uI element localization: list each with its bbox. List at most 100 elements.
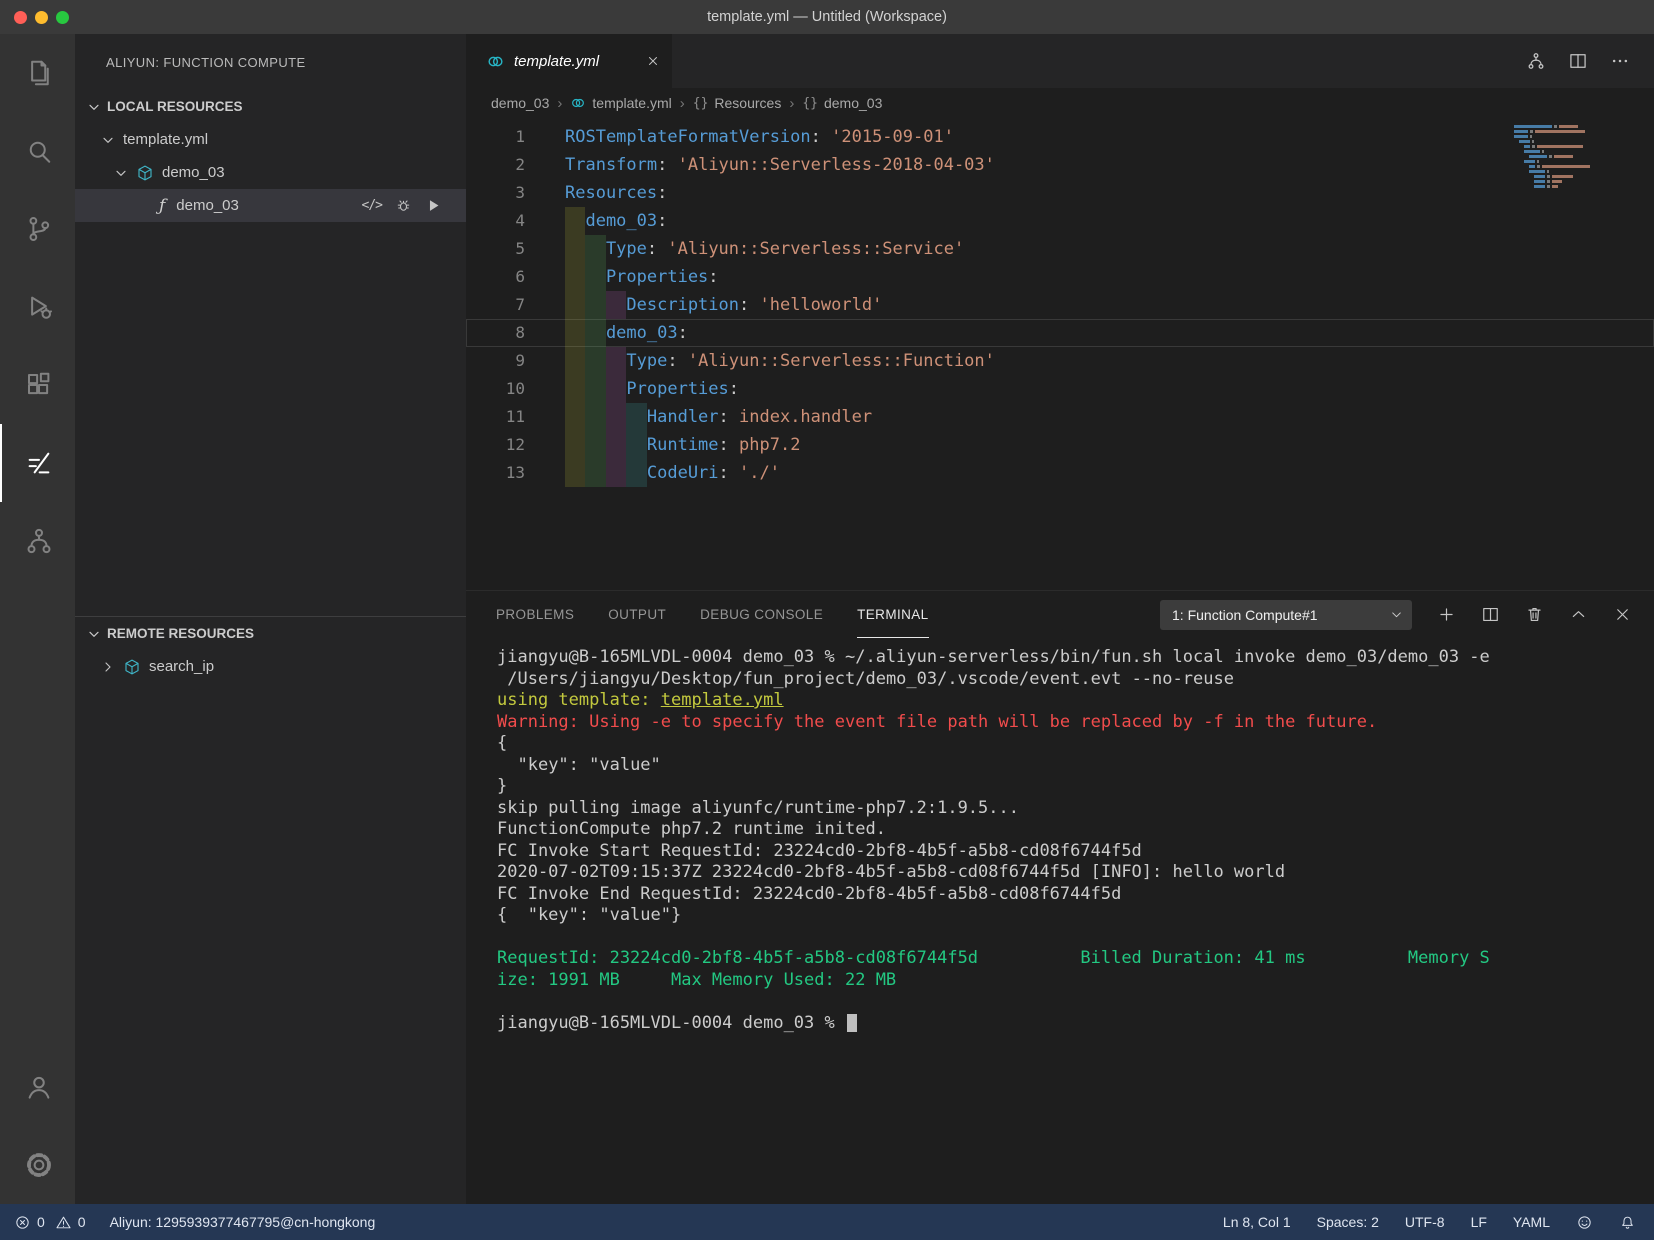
local-resources-header[interactable]: LOCAL RESOURCES xyxy=(75,90,466,123)
line-number: 8 xyxy=(515,323,525,342)
close-panel-icon[interactable] xyxy=(1613,605,1632,624)
code-editor[interactable]: 1 ROSTemplateFormatVersion: '2015-09-01' 2… xyxy=(466,118,1654,590)
breadcrumb-item[interactable]: demo_03 xyxy=(491,95,549,111)
indentation-status[interactable]: Spaces: 2 xyxy=(1317,1214,1379,1230)
run-debug-icon[interactable] xyxy=(0,268,75,346)
remote-resources-header[interactable]: REMOTE RESOURCES xyxy=(75,617,466,650)
aliyun-account-status[interactable]: Aliyun: 1295939377467795@cn-hongkong xyxy=(110,1214,376,1230)
warning-icon xyxy=(55,1214,72,1231)
code-line[interactable]: 1 ROSTemplateFormatVersion: '2015-09-01' xyxy=(466,123,1654,151)
cursor-position-status[interactable]: Ln 8, Col 1 xyxy=(1223,1214,1291,1230)
code-line[interactable]: 5 Type: 'Aliyun::Serverless::Service' xyxy=(466,235,1654,263)
code-line[interactable]: 3 Resources: xyxy=(466,179,1654,207)
terminal-line: { xyxy=(497,733,508,753)
code-line[interactable]: 8 demo_03: xyxy=(466,319,1654,347)
service-cube-icon xyxy=(136,164,154,182)
tab-template-yml[interactable]: template.yml xyxy=(466,34,672,88)
source-control-icon[interactable] xyxy=(0,190,75,268)
code-line[interactable]: 2 Transform: 'Aliyun::Serverless-2018-04-… xyxy=(466,151,1654,179)
tree-item-service-demo03[interactable]: demo_03 xyxy=(75,156,466,189)
line-number: 4 xyxy=(515,211,525,230)
tree-item-search-ip[interactable]: search_ip xyxy=(75,650,466,683)
settings-gear-icon[interactable] xyxy=(0,1126,75,1204)
error-count-group: 0 xyxy=(14,1214,45,1231)
code-line[interactable]: 6 Properties: xyxy=(466,263,1654,291)
service-cube-icon xyxy=(123,658,141,676)
breadcrumb-item[interactable]: {} demo_03 xyxy=(802,95,882,111)
error-count: 0 xyxy=(37,1214,45,1230)
breadcrumb-separator: › xyxy=(557,94,563,112)
tree-item-label: search_ip xyxy=(149,658,215,675)
line-number: 2 xyxy=(515,155,525,174)
terminal-line: "key": "value" xyxy=(497,754,661,775)
line-number: 12 xyxy=(505,435,525,454)
close-window-button[interactable] xyxy=(14,10,27,24)
status-bar-left: 0 0 Aliyun: 1295939377467795@cn-hongkong xyxy=(14,1214,375,1231)
chevron-down-icon xyxy=(1389,607,1404,622)
code-line[interactable]: 7 Description: 'helloworld' xyxy=(466,291,1654,319)
section-remote-resources: REMOTE RESOURCES search_ip xyxy=(75,616,466,683)
tab-debug-console[interactable]: DEBUG CONSOLE xyxy=(700,591,823,638)
window-controls xyxy=(14,0,69,34)
line-number: 13 xyxy=(505,463,525,482)
extensions-icon[interactable] xyxy=(0,346,75,424)
tree-item-template-yml[interactable]: template.yml xyxy=(75,123,466,156)
kill-terminal-trash-icon[interactable] xyxy=(1525,605,1544,624)
chevron-down-icon xyxy=(86,99,102,115)
section-local-resources: LOCAL RESOURCES template.yml demo_03 ƒ d… xyxy=(75,90,466,616)
tab-output[interactable]: OUTPUT xyxy=(608,591,666,638)
edit-event-code-icon[interactable]: </> xyxy=(362,198,384,213)
terminal-output[interactable]: jiangyu@B-165MLVDL-0004 demo_03 % ~/.ali… xyxy=(466,638,1654,1204)
terminal-line: /Users/jiangyu/Desktop/fun_project/demo_… xyxy=(497,668,1234,689)
invoke-play-icon[interactable] xyxy=(425,197,442,214)
minimize-window-button[interactable] xyxy=(35,10,48,24)
vscode-window: template.yml — Untitled (Workspace) ALIY… xyxy=(0,0,1654,1240)
code-line[interactable]: 4 demo_03: xyxy=(466,207,1654,235)
search-icon[interactable] xyxy=(0,112,75,190)
status-bar: 0 0 Aliyun: 1295939377467795@cn-hongkong… xyxy=(0,1204,1654,1240)
feedback-smiley-icon[interactable] xyxy=(1576,1214,1593,1231)
terminal-line: FC Invoke End RequestId: 23224cd0-2bf8-4… xyxy=(497,883,1122,904)
language-mode-status[interactable]: YAML xyxy=(1513,1214,1550,1230)
split-editor-icon[interactable] xyxy=(1568,51,1588,71)
zoom-window-button[interactable] xyxy=(56,10,69,24)
code-line[interactable]: 13 CodeUri: './' xyxy=(466,459,1654,487)
tab-terminal[interactable]: TERMINAL xyxy=(857,591,929,638)
problems-status[interactable]: 0 0 xyxy=(14,1214,86,1231)
eol-status[interactable]: LF xyxy=(1471,1214,1487,1230)
panel-tabs: PROBLEMS OUTPUT DEBUG CONSOLE TERMINAL xyxy=(496,591,929,638)
aliyun-function-compute-icon[interactable] xyxy=(0,424,75,502)
minimap[interactable] xyxy=(1514,125,1636,190)
terminal-line: } xyxy=(497,776,508,796)
explorer-icon[interactable] xyxy=(0,34,75,112)
accounts-icon[interactable] xyxy=(0,1048,75,1126)
new-terminal-icon[interactable] xyxy=(1437,605,1456,624)
split-terminal-icon[interactable] xyxy=(1481,605,1500,624)
tree-item-function-demo03[interactable]: ƒ demo_03 </> xyxy=(75,189,466,222)
title-bar[interactable]: template.yml — Untitled (Workspace) xyxy=(0,0,1654,34)
maximize-panel-icon[interactable] xyxy=(1569,605,1588,624)
warning-count: 0 xyxy=(77,1214,86,1230)
deploy-topology-icon[interactable] xyxy=(0,502,75,580)
code-line[interactable]: 10 Properties: xyxy=(466,375,1654,403)
editor-group: template.yml demo_03 › template.yml › {}… xyxy=(466,34,1654,1204)
deploy-topology-icon[interactable] xyxy=(1526,51,1546,71)
line-number: 3 xyxy=(515,183,525,202)
encoding-status[interactable]: UTF-8 xyxy=(1405,1214,1445,1230)
code-line[interactable]: 9 Type: 'Aliyun::Serverless::Function' xyxy=(466,347,1654,375)
debug-bug-icon[interactable] xyxy=(395,197,412,214)
tab-close-icon[interactable] xyxy=(646,54,660,68)
code-line[interactable]: 12 Runtime: php7.2 xyxy=(466,431,1654,459)
notifications-bell-icon[interactable] xyxy=(1619,1214,1636,1231)
tab-problems[interactable]: PROBLEMS xyxy=(496,591,574,638)
object-symbol-icon: {} xyxy=(802,95,818,111)
code-line[interactable]: 11 Handler: index.handler xyxy=(466,403,1654,431)
terminal-line: skip pulling image aliyunfc/runtime-php7… xyxy=(497,797,1019,818)
terminal-instance-label: 1: Function Compute#1 xyxy=(1172,606,1318,623)
more-actions-icon[interactable] xyxy=(1610,51,1630,71)
sidebar: ALIYUN: FUNCTION COMPUTE LOCAL RESOURCES… xyxy=(75,34,466,1204)
terminal-instance-select[interactable]: 1: Function Compute#1 xyxy=(1160,599,1412,630)
breadcrumb-item[interactable]: template.yml xyxy=(570,95,672,111)
breadcrumb-item[interactable]: {} Resources xyxy=(693,95,782,111)
